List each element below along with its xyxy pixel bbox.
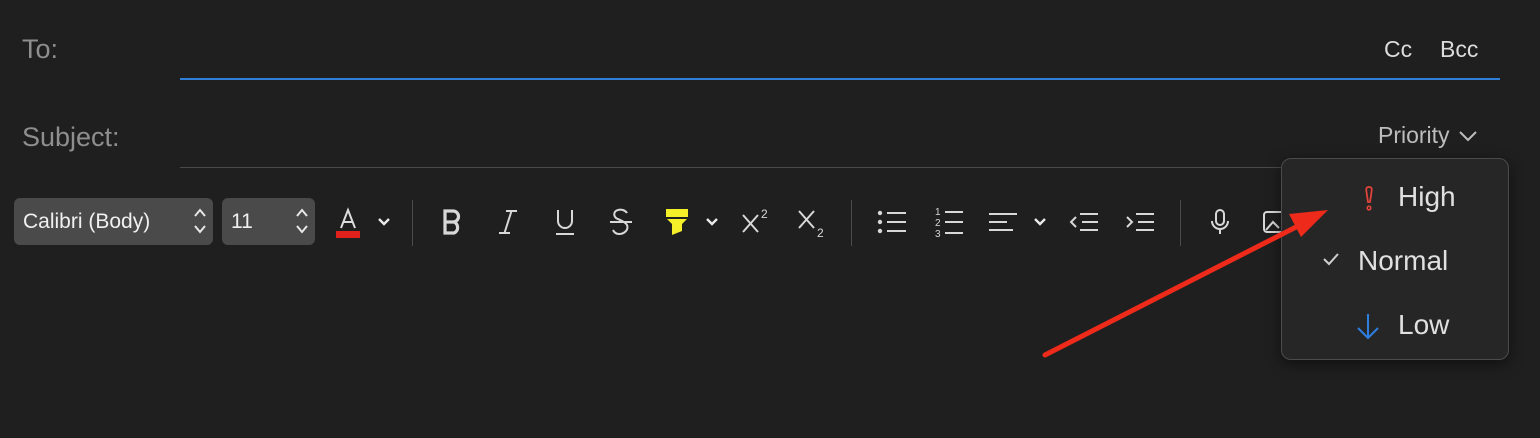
select-stepper-icon	[296, 208, 308, 234]
subscript-digit: 2	[817, 226, 824, 239]
strikethrough-icon	[610, 208, 632, 236]
compose-window: To: Cc Bcc Subject: Priority Calibri (Bo…	[0, 0, 1540, 438]
cc-button[interactable]: Cc	[1384, 36, 1412, 63]
exclamation-icon	[1365, 186, 1373, 211]
numbered-list-button[interactable]: 1 2 3	[932, 203, 966, 241]
highlight-button[interactable]	[660, 203, 694, 241]
decrease-indent-icon	[1069, 213, 1098, 231]
italic-button[interactable]	[493, 203, 523, 241]
bulleted-list-button[interactable]	[875, 203, 909, 241]
numbered-list-icon: 1 2 3	[935, 207, 963, 239]
toolbar-divider	[412, 200, 413, 246]
font-family-select[interactable]: Calibri (Body)	[14, 198, 213, 245]
font-family-value: Calibri (Body)	[23, 209, 151, 233]
font-color-button[interactable]	[333, 203, 363, 241]
chevron-down-icon	[378, 218, 390, 226]
bold-button[interactable]	[437, 203, 467, 241]
font-color-dropdown[interactable]	[374, 203, 394, 241]
align-button[interactable]	[986, 203, 1020, 241]
superscript-icon: 2	[742, 207, 768, 233]
priority-high-item[interactable]: High	[1282, 169, 1508, 225]
increase-indent-icon	[1126, 213, 1154, 231]
strikethrough-button[interactable]	[606, 203, 636, 241]
font-size-select[interactable]: 11	[222, 198, 315, 245]
subscript-button[interactable]: 2	[796, 203, 828, 241]
toolbar-divider	[1180, 200, 1181, 246]
numbered-list-digit: 2	[935, 218, 941, 229]
subject-label: Subject:	[22, 122, 120, 152]
to-label: To:	[22, 34, 59, 64]
select-stepper-icon	[194, 208, 206, 234]
microphone-icon	[1211, 209, 1229, 234]
to-field[interactable]	[180, 78, 1500, 80]
italic-icon	[499, 210, 517, 234]
increase-indent-button[interactable]	[1124, 203, 1156, 241]
font-color-icon	[336, 207, 360, 238]
underline-button[interactable]	[550, 203, 580, 241]
align-dropdown[interactable]	[1030, 203, 1050, 241]
priority-normal-label: Normal	[1358, 245, 1449, 276]
priority-low-label: Low	[1398, 309, 1450, 340]
superscript-digit: 2	[761, 207, 768, 221]
highlight-dropdown[interactable]	[702, 203, 722, 241]
checkmark-icon	[1323, 253, 1339, 266]
subscript-icon: 2	[798, 210, 824, 239]
dictate-button[interactable]	[1205, 203, 1235, 241]
priority-menu: High Normal Low	[1281, 158, 1509, 360]
chevron-down-icon	[1458, 130, 1477, 141]
highlighter-icon	[666, 209, 688, 235]
align-left-icon	[989, 213, 1017, 231]
bulleted-list-icon	[877, 210, 906, 234]
numbered-list-digit: 1	[935, 207, 941, 218]
underline-icon	[556, 210, 574, 235]
priority-normal-item[interactable]: Normal	[1282, 233, 1508, 289]
priority-high-label: High	[1398, 181, 1456, 212]
priority-button[interactable]: Priority	[1378, 122, 1478, 149]
arrow-down-icon	[1357, 314, 1379, 340]
chevron-down-icon	[1034, 218, 1046, 226]
toolbar-divider	[851, 200, 852, 246]
priority-label: Priority	[1378, 122, 1450, 148]
decrease-indent-button[interactable]	[1068, 203, 1100, 241]
superscript-button[interactable]: 2	[740, 203, 772, 241]
font-size-value: 11	[231, 209, 253, 233]
bold-icon	[443, 209, 461, 235]
priority-low-item[interactable]: Low	[1282, 297, 1508, 353]
bcc-button[interactable]: Bcc	[1440, 36, 1478, 63]
numbered-list-digit: 3	[935, 229, 941, 239]
chevron-down-icon	[706, 218, 718, 226]
